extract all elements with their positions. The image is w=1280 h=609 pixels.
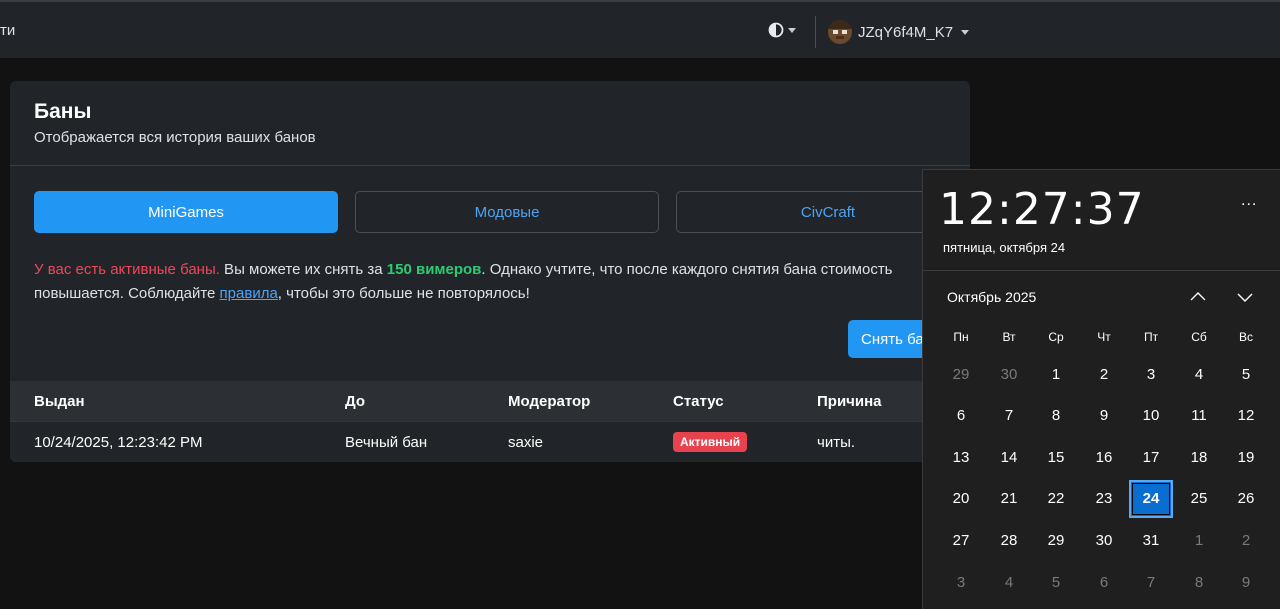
clock-time: 12:27:37 (939, 184, 1145, 235)
notice-text: Вы можете их снять за (219, 261, 387, 278)
server-tabs: MiniGames Модовые CivCraft (34, 191, 970, 233)
cell-reason: читы. (817, 433, 856, 451)
calendar-day[interactable]: 17 (1129, 438, 1173, 476)
calendar-day[interactable]: 18 (1177, 438, 1221, 476)
calendar-day[interactable]: 23 (1082, 480, 1126, 518)
calendar-day[interactable]: 9 (1224, 563, 1268, 601)
calendar-day[interactable]: 29 (1034, 521, 1078, 559)
cell-status: Активный (673, 422, 748, 462)
rules-link[interactable]: правила (220, 285, 278, 302)
calendar-day[interactable]: 14 (987, 438, 1031, 476)
calendar-flyout: 12:27:37 пятница, октября 24 ... Октябрь… (922, 169, 1280, 609)
active-ban-warning: У вас есть активные баны. (34, 261, 220, 278)
calendar-day-today[interactable]: 24 (1129, 479, 1173, 518)
calendar-day[interactable]: 10 (1129, 397, 1173, 435)
calendar-day[interactable]: 12 (1224, 397, 1268, 435)
calendar-day[interactable]: 5 (1224, 355, 1268, 393)
column-header-issued: Выдан (34, 392, 85, 410)
chevron-up-icon (1190, 292, 1206, 301)
cell-moderator: saxie (508, 433, 544, 451)
chevron-down-icon (961, 29, 970, 35)
avatar (828, 20, 852, 44)
calendar-day[interactable]: 7 (987, 397, 1031, 435)
calendar-day[interactable]: 31 (1129, 521, 1173, 559)
calendar-day[interactable]: 9 (1082, 397, 1126, 435)
cell-issued: 10/24/2025, 12:23:42 PM (34, 433, 203, 451)
calendar-day[interactable]: 28 (987, 521, 1031, 559)
theme-toggle-button[interactable] (768, 22, 796, 38)
calendar-day[interactable]: 2 (1224, 521, 1268, 559)
nav-link[interactable]: ти (0, 22, 15, 39)
weekday-label: Чт (1097, 330, 1111, 344)
previous-month-button[interactable] (1189, 288, 1207, 311)
navbar-divider (815, 16, 816, 48)
tab-modded[interactable]: Модовые (355, 191, 659, 233)
column-header-status: Статус (673, 392, 724, 410)
contrast-icon (768, 22, 784, 38)
cell-until: Вечный бан (345, 433, 428, 451)
weekday-label: Вт (1002, 330, 1016, 344)
calendar-day[interactable]: 15 (1034, 438, 1078, 476)
column-header-moderator: Модератор (508, 392, 591, 410)
calendar-day[interactable]: 8 (1034, 397, 1078, 435)
active-ban-notice: У вас есть активные баны. Вы можете их с… (34, 258, 964, 306)
calendar-day[interactable]: 6 (939, 397, 983, 435)
more-options-button[interactable]: ... (1241, 192, 1257, 210)
notice-text: , чтобы это больше не повторялось! (277, 285, 530, 302)
weekday-label: Сб (1191, 330, 1207, 344)
calendar-day[interactable]: 8 (1177, 563, 1221, 601)
calendar-day[interactable]: 1 (1177, 521, 1221, 559)
calendar-day[interactable]: 30 (1082, 521, 1126, 559)
unban-price: 150 вимеров (386, 261, 482, 278)
flyout-divider (923, 270, 1280, 271)
calendar-day[interactable]: 19 (1224, 438, 1268, 476)
username-label: JZqY6f4M_K7 (858, 23, 954, 41)
table-row: 10/24/2025, 12:23:42 PM Вечный бан saxie… (10, 421, 970, 462)
weekday-label: Вс (1238, 330, 1253, 344)
calendar-day[interactable]: 11 (1177, 397, 1221, 435)
weekday-label: Ср (1048, 330, 1064, 344)
calendar-day[interactable]: 29 (939, 355, 983, 393)
month-label[interactable]: Октябрь 2025 (947, 289, 1036, 305)
calendar-day[interactable]: 3 (1129, 355, 1173, 393)
tab-minigames[interactable]: MiniGames (34, 191, 338, 233)
bans-table-header: Выдан До Модератор Статус Причина (10, 381, 970, 421)
calendar-day[interactable]: 21 (987, 480, 1031, 518)
calendar-day[interactable]: 13 (939, 438, 983, 476)
calendar-day[interactable]: 22 (1034, 480, 1078, 518)
calendar-day[interactable]: 30 (987, 355, 1031, 393)
status-badge: Активный (673, 432, 748, 452)
calendar-day[interactable]: 5 (1034, 563, 1078, 601)
calendar-day[interactable]: 1 (1034, 355, 1078, 393)
clock-date: пятница, октября 24 (943, 240, 1066, 255)
calendar-day[interactable]: 25 (1177, 480, 1221, 518)
calendar-day[interactable]: 6 (1082, 563, 1126, 601)
chevron-down-icon (788, 27, 796, 33)
next-month-button[interactable] (1236, 288, 1254, 311)
calendar-day[interactable]: 4 (987, 563, 1031, 601)
calendar-day[interactable]: 4 (1177, 355, 1221, 393)
calendar-day[interactable]: 3 (939, 563, 983, 601)
user-menu-dropdown[interactable]: JZqY6f4M_K7 (828, 20, 970, 44)
page-subtitle: Отображается вся история ваших банов (34, 129, 316, 146)
calendar-day[interactable]: 2 (1082, 355, 1126, 393)
column-header-reason: Причина (817, 392, 882, 410)
bans-card: Баны Отображается вся история ваших бано… (10, 81, 970, 462)
card-header: Баны Отображается вся история ваших бано… (10, 81, 970, 166)
column-header-until: До (345, 392, 366, 410)
chevron-down-icon (1237, 293, 1253, 302)
calendar-day[interactable]: 20 (939, 480, 983, 518)
calendar-day[interactable]: 27 (939, 521, 983, 559)
calendar-day[interactable]: 16 (1082, 438, 1126, 476)
weekday-label: Пн (953, 330, 969, 344)
top-navbar: ти JZqY6f4M_K7 (0, 0, 1280, 58)
calendar-day[interactable]: 7 (1129, 563, 1173, 601)
weekday-label: Пт (1143, 330, 1159, 344)
page-title: Баны (34, 100, 92, 123)
calendar-day[interactable]: 26 (1224, 480, 1268, 518)
